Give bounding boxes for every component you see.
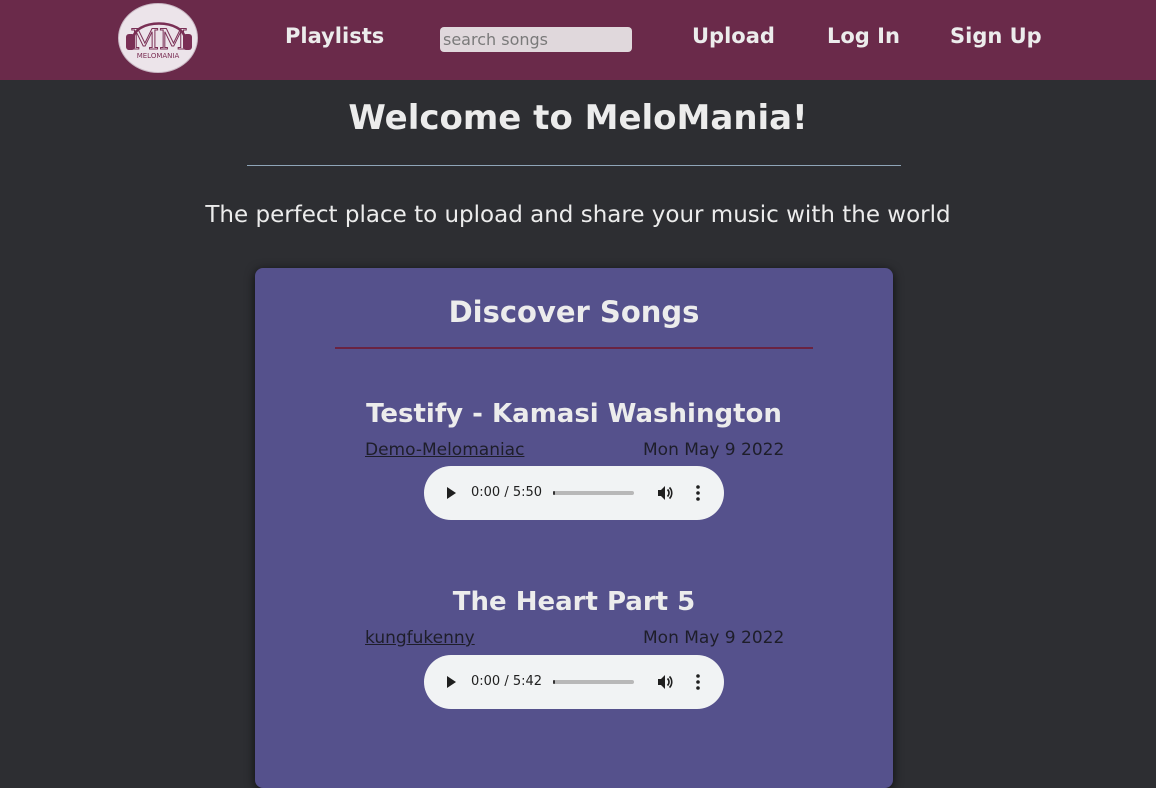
- audio-player: 0:00 / 5:42: [424, 655, 724, 709]
- song-item: Testify - Kamasi Washington Demo-Meloman…: [255, 399, 893, 539]
- more-vertical-icon[interactable]: [690, 673, 706, 691]
- song-uploader-link[interactable]: kungfukenny: [365, 628, 475, 648]
- discover-divider: [335, 347, 813, 349]
- logo-wordmark: MELOMANIA: [136, 52, 180, 60]
- more-vertical-icon[interactable]: [690, 484, 706, 502]
- nav-link-playlists[interactable]: Playlists: [285, 24, 384, 48]
- song-uploader-link[interactable]: Demo-Melomaniac: [365, 440, 524, 460]
- song-title: The Heart Part 5: [452, 587, 696, 617]
- song-item: The Heart Part 5 kungfukenny Mon May 9 2…: [255, 587, 893, 727]
- audio-progress-fill: [553, 491, 555, 495]
- page-tagline: The perfect place to upload and share yo…: [205, 202, 951, 228]
- melomania-logo[interactable]: MM MELOMANIA: [118, 3, 198, 73]
- search-input[interactable]: [440, 27, 632, 52]
- play-icon[interactable]: [443, 485, 459, 501]
- nav-link-upload[interactable]: Upload: [692, 24, 775, 48]
- audio-progress-bar[interactable]: [553, 491, 634, 495]
- volume-icon[interactable]: [656, 484, 674, 502]
- nav-link-signup[interactable]: Sign Up: [950, 24, 1042, 48]
- page-title: Welcome to MeloMania!: [348, 98, 808, 138]
- song-date: Mon May 9 2022: [643, 440, 785, 460]
- nav-link-login[interactable]: Log In: [827, 24, 900, 48]
- discover-title: Discover Songs: [448, 295, 700, 329]
- audio-progress-fill: [553, 680, 555, 684]
- audio-progress-bar[interactable]: [553, 680, 634, 684]
- audio-player: 0:00 / 5:50: [424, 466, 724, 520]
- title-divider: [247, 165, 901, 166]
- play-icon[interactable]: [443, 674, 459, 690]
- audio-time: 0:00 / 5:50: [471, 485, 543, 500]
- audio-time: 0:00 / 5:42: [471, 674, 543, 689]
- discover-songs-card: Discover Songs Testify - Kamasi Washingt…: [255, 268, 893, 788]
- logo-letters: MM: [130, 23, 188, 57]
- top-navbar: MM MELOMANIA Playlists Upload Log In Sig…: [0, 0, 1156, 80]
- volume-icon[interactable]: [656, 673, 674, 691]
- song-date: Mon May 9 2022: [643, 628, 785, 648]
- song-title: Testify - Kamasi Washington: [366, 399, 782, 429]
